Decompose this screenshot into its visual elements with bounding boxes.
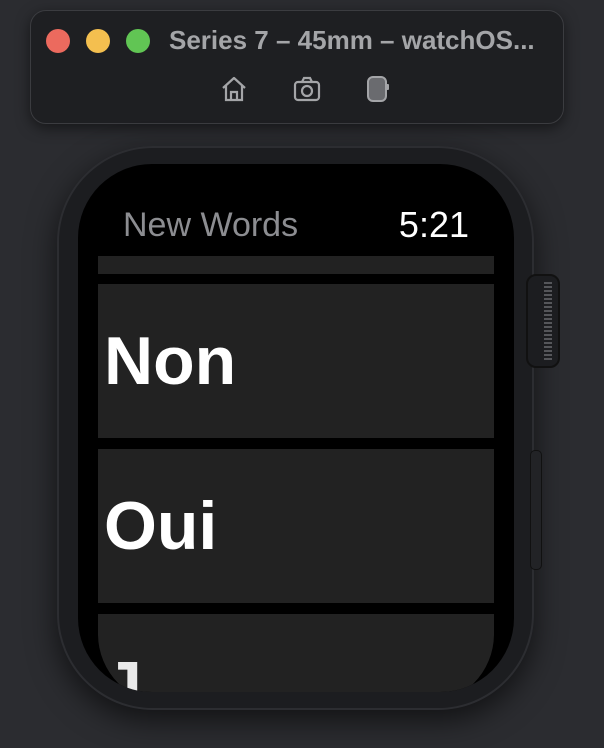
status-time: 5:21 bbox=[398, 204, 469, 245]
home-button[interactable] bbox=[218, 73, 250, 105]
list-item-label: J bbox=[104, 648, 142, 692]
side-button[interactable] bbox=[530, 450, 542, 570]
list-item-label: Non bbox=[104, 323, 237, 399]
rotate-button[interactable] bbox=[361, 73, 393, 105]
list-item[interactable]: Oui bbox=[98, 449, 494, 603]
home-icon bbox=[222, 76, 246, 102]
nav-title: New Words bbox=[123, 206, 299, 244]
list-item-label: Oui bbox=[104, 488, 218, 564]
screenshot-button[interactable] bbox=[291, 73, 323, 105]
zoom-button[interactable] bbox=[126, 29, 150, 53]
list-item[interactable]: Non bbox=[98, 284, 494, 438]
close-button[interactable] bbox=[46, 29, 70, 53]
watch-screen: New Words 5:21 Non Oui J bbox=[78, 164, 514, 692]
rotate-device-icon bbox=[367, 76, 389, 102]
window-title: Series 7 – 45mm – watchOS... bbox=[169, 25, 535, 55]
list-item-partial[interactable] bbox=[98, 256, 494, 274]
digital-crown[interactable] bbox=[526, 274, 560, 368]
simulator-title-bar: Series 7 – 45mm – watchOS... bbox=[30, 10, 564, 124]
minimize-button[interactable] bbox=[86, 29, 110, 53]
camera-icon bbox=[293, 76, 321, 102]
list-item[interactable]: J bbox=[98, 614, 494, 692]
